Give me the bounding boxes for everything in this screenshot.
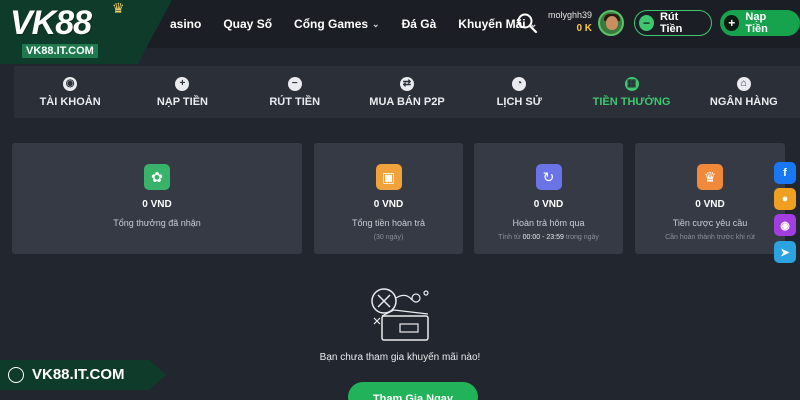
crown-icon: ♛	[697, 164, 723, 190]
nav-item-lottery[interactable]: Quay Số	[223, 17, 272, 31]
join-now-button[interactable]: Tham Gia Ngay	[348, 382, 478, 400]
nav-item-casino[interactable]: asino	[170, 17, 201, 31]
bank-icon: ⌂	[736, 76, 751, 91]
minus-icon: −	[639, 15, 654, 31]
card-total-refund: ▣ 0 VND Tổng tiền hoàn trả (30 ngày)	[314, 143, 463, 254]
card-total-reward: ✿ 0 VND Tổng thưởng đã nhận	[12, 143, 302, 254]
telegram-icon[interactable]: ➤	[774, 241, 796, 263]
search-icon[interactable]	[516, 12, 538, 34]
site-watermark: VK88.IT.COM	[0, 360, 166, 390]
card-wager-required: ♛ 0 VND Tiền cược yêu cầu Cần hoàn thành…	[635, 143, 785, 254]
messenger-icon[interactable]: ◉	[774, 214, 796, 236]
avatar[interactable]	[598, 10, 624, 36]
crown-icon: ♛	[112, 0, 125, 16]
card-refund-yesterday: ↻ 0 VND Hoàn trả hôm qua Tính từ 00:00 -…	[474, 143, 623, 254]
balance: 0 K	[576, 23, 592, 34]
gift-box-icon: ▣	[375, 164, 402, 190]
tab-bank[interactable]: ⌂ NGÂN HÀNG	[688, 66, 800, 118]
tab-deposit[interactable]: + NẠP TIỀN	[126, 66, 238, 118]
group-icon[interactable]: ●	[774, 188, 796, 210]
tab-withdraw[interactable]: − RÚT TIỀN	[239, 66, 351, 118]
facebook-icon[interactable]: f	[774, 162, 796, 184]
user-info: molyghh39 0 K	[548, 10, 592, 34]
globe-icon	[8, 367, 24, 383]
account-tabs: ◉ TÀI KHOẢN + NẠP TIỀN − RÚT TIỀN ⇄ MUA …	[14, 66, 800, 118]
plus-icon: +	[724, 15, 740, 31]
minus-circle-icon: −	[287, 76, 302, 91]
tab-rewards[interactable]: ▦ TIỀN THƯỞNG	[575, 66, 687, 118]
account-icon: ◉	[63, 76, 78, 91]
nav-item-games[interactable]: Cổng Games ⌄	[294, 17, 380, 31]
username: molyghh39	[548, 10, 593, 20]
tab-p2p[interactable]: ⇄ MUA BÁN P2P	[351, 66, 463, 118]
tab-account[interactable]: ◉ TÀI KHOẢN	[14, 66, 126, 118]
deposit-button[interactable]: + Nạp Tiền	[720, 10, 800, 36]
nav-item-cockfight[interactable]: Đá Gà	[402, 17, 437, 31]
swap-icon: ⇄	[399, 76, 414, 91]
plus-circle-icon: +	[175, 76, 190, 91]
withdraw-button[interactable]: − Rút Tiền	[634, 10, 712, 36]
clock-icon: ◔	[512, 76, 527, 91]
gift-icon: ▦	[624, 76, 639, 91]
tab-history[interactable]: ◔ LỊCH SỬ	[463, 66, 575, 118]
reward-bag-icon: ✿	[144, 164, 170, 190]
refund-icon: ↻	[535, 164, 562, 190]
chevron-down-icon: ⌄	[372, 18, 380, 29]
logo[interactable]: VK88 ♛ VK88.IT.COM	[0, 0, 172, 64]
main-nav: asino Quay Số Cổng Games ⌄ Đá Gà Khuyến M…	[170, 0, 559, 48]
empty-illustration-icon	[371, 288, 429, 341]
